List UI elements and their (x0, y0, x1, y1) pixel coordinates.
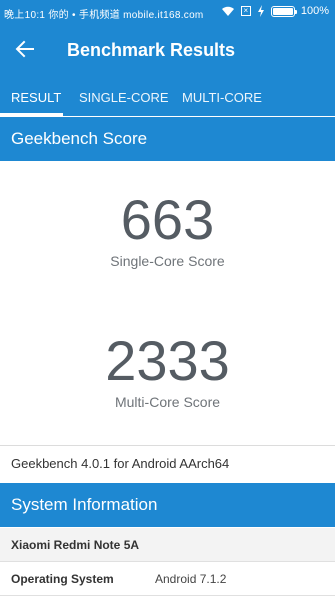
tab-multi-core[interactable]: MULTI-CORE (182, 90, 262, 105)
system-information-title: System Information (11, 495, 158, 514)
charging-icon (257, 5, 264, 17)
no-sim-icon: × (240, 6, 251, 16)
page-title: Benchmark Results (67, 40, 236, 60)
multi-core-score-label: Multi-Core Score (114, 394, 221, 410)
info-key: Operating System (11, 572, 114, 586)
info-value: Android 7.1.2 (155, 572, 227, 586)
single-core-score-block: 663 Single-Core Score (0, 188, 335, 270)
multi-core-score-value: 2333 (105, 329, 230, 392)
info-row-operating-system: Operating System Android 7.1.2 (0, 562, 335, 596)
geekbench-score-header: Geekbench Score (0, 117, 335, 161)
single-core-score-label: Single-Core Score (110, 253, 225, 269)
geekbench-version-text: Geekbench 4.0.1 for Android AArch64 (11, 456, 230, 471)
wifi-icon (221, 6, 234, 16)
divider (0, 445, 335, 446)
geekbench-score-title: Geekbench Score (11, 129, 148, 148)
app-bar: Benchmark Results (0, 24, 335, 76)
tab-result[interactable]: RESULT (11, 90, 61, 105)
device-name: Xiaomi Redmi Note 5A (11, 538, 140, 552)
device-name-row: Xiaomi Redmi Note 5A (0, 528, 335, 562)
tab-single-core[interactable]: SINGLE-CORE (79, 90, 169, 105)
status-icons: × 100% (221, 5, 329, 17)
app-screen: 晚上10:1 你的 • 手机频道 mobile.it168.com × 100%… (0, 0, 335, 596)
battery-fill (272, 7, 293, 15)
arrow-left-icon[interactable] (14, 38, 36, 60)
top-bar: 晚上10:1 你的 • 手机频道 mobile.it168.com × 100%… (0, 0, 335, 116)
status-bar: 晚上10:1 你的 • 手机频道 mobile.it168.com × 100% (0, 0, 335, 24)
battery-icon (270, 5, 297, 17)
tab-bar: RESULT SINGLE-CORE MULTI-CORE (0, 82, 335, 116)
battery-percent: 100% (300, 5, 329, 17)
single-core-score-value: 663 (120, 188, 215, 251)
status-left-text: 晚上10:1 你的 • 手机频道 mobile.it168.com (4, 10, 204, 21)
active-tab-indicator (0, 113, 63, 116)
multi-core-score-block: 2333 Multi-Core Score (0, 329, 335, 411)
system-information-header: System Information (0, 483, 335, 527)
